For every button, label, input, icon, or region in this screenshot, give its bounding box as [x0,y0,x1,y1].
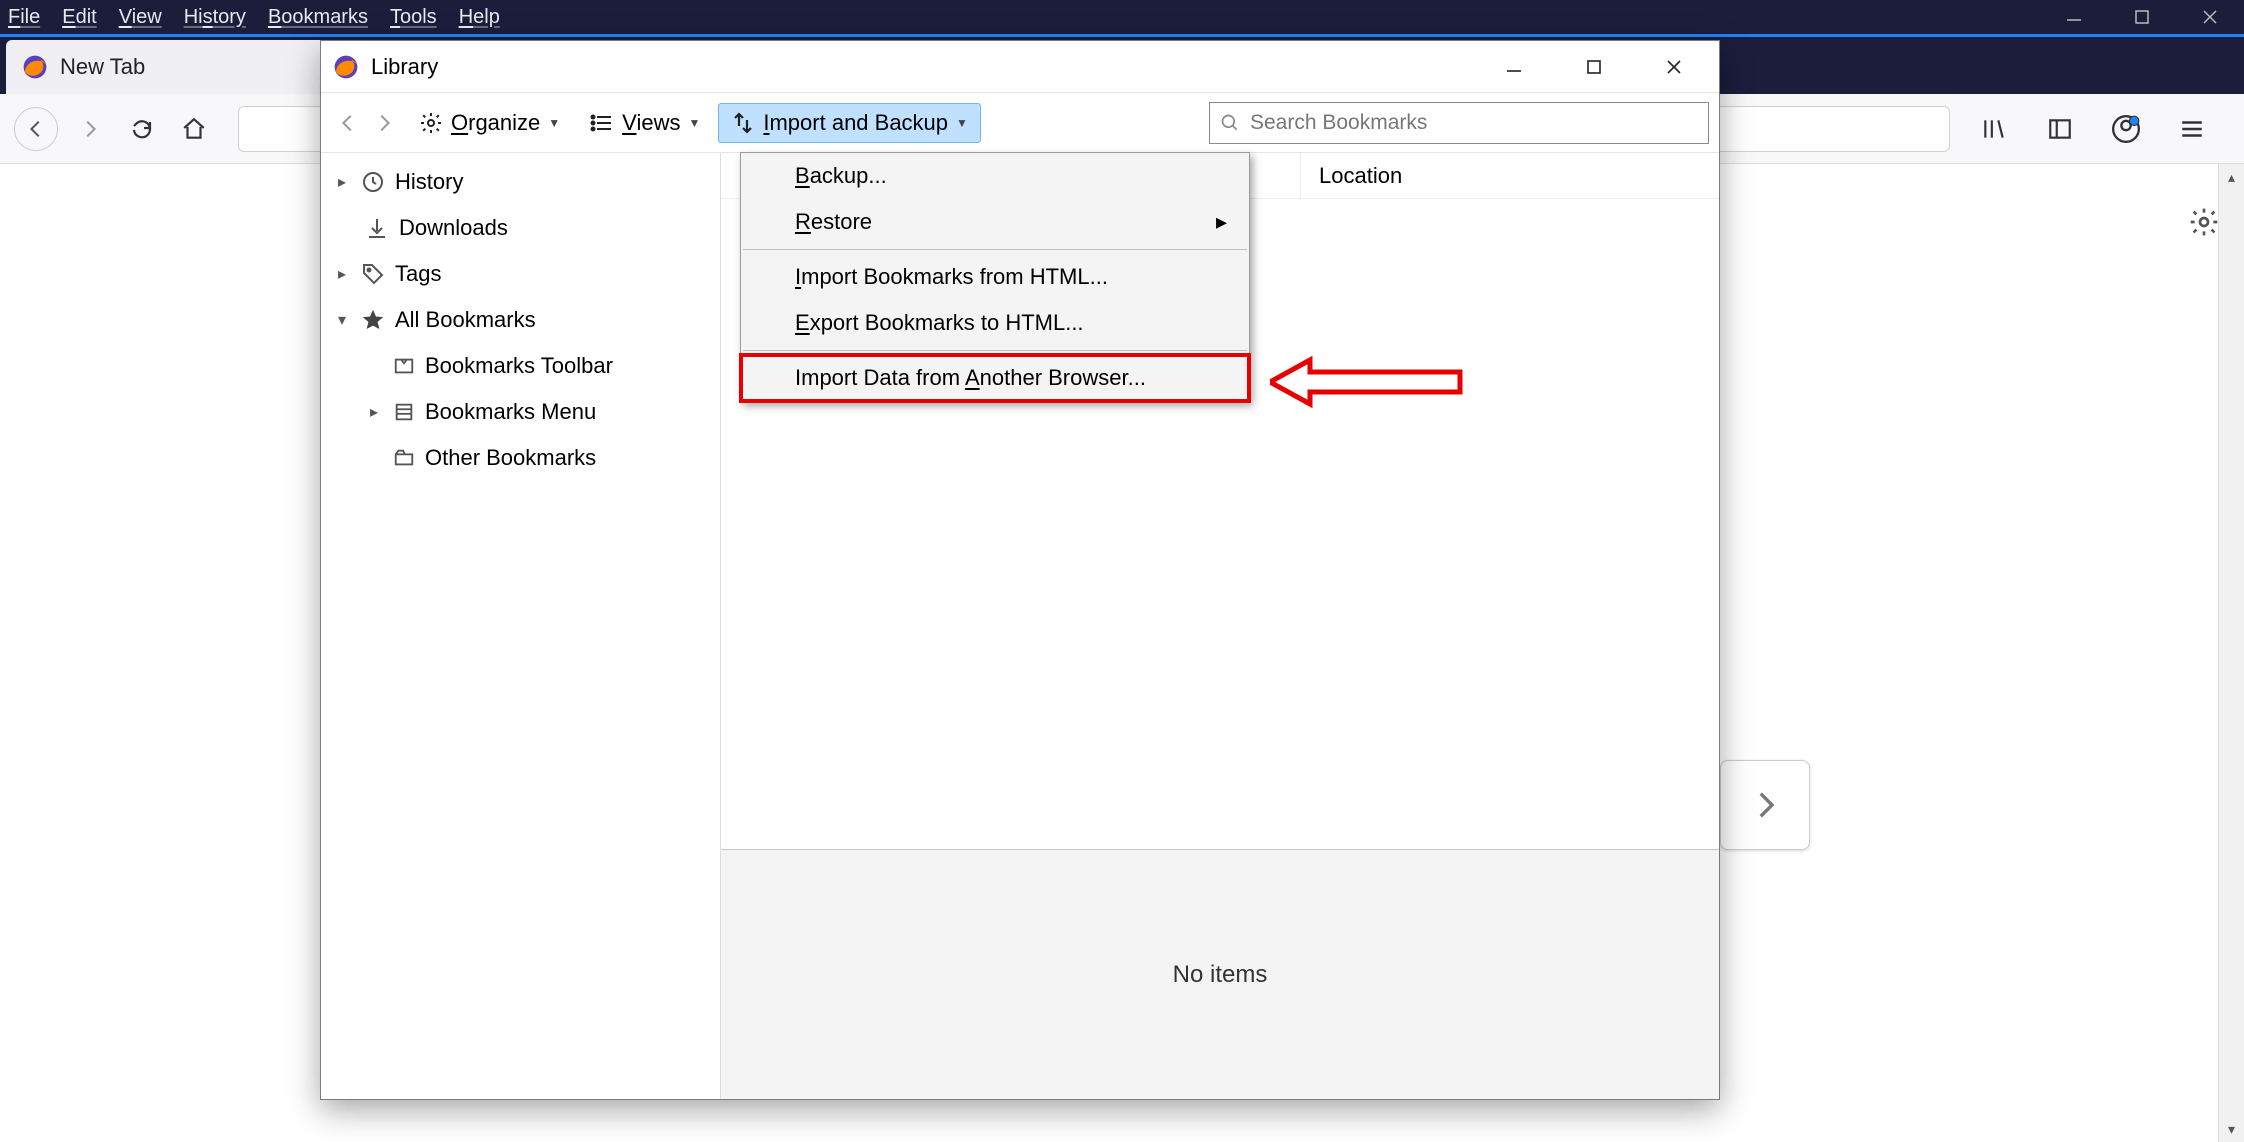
gear-icon [419,111,443,135]
sidebar-label: History [395,169,463,195]
menu-import-another-browser[interactable]: Import Data from Another Browser... [741,355,1249,401]
scroll-down-icon[interactable]: ▾ [2219,1116,2244,1142]
sidebar-tags[interactable]: ▸ Tags [321,251,720,297]
menu-bookmark-icon [393,401,415,423]
expand-icon[interactable]: ▸ [333,172,351,192]
library-toolbar: Organize▼ Views▼ Import and Backup▼ Sear… [321,93,1719,153]
column-location[interactable]: Location [1301,153,1420,198]
sidebar-label: Downloads [399,215,508,241]
library-minimize-button[interactable] [1495,48,1533,86]
page-scrollbar[interactable]: ▴ ▾ [2218,164,2244,1142]
menu-help[interactable]: Help [459,6,500,29]
reload-button[interactable] [122,109,162,149]
menu-separator [743,249,1247,250]
sidebar-bookmarks-toolbar[interactable]: Bookmarks Toolbar [321,343,720,389]
search-icon [1220,113,1240,133]
app-menubar: File Edit View History Bookmarks Tools H… [0,0,2244,34]
sidebar-label: Tags [395,261,441,287]
menu-restore[interactable]: Restore▸ [741,199,1249,245]
import-backup-menu: Backup... Restore▸ Import Bookmarks from… [740,152,1250,402]
expand-icon[interactable]: ▸ [333,264,351,284]
menu-tools[interactable]: Tools [390,6,437,29]
list-icon [590,111,614,135]
library-titlebar: Library [321,41,1719,93]
menu-file[interactable]: File [8,6,40,29]
menu-export-html[interactable]: Export Bookmarks to HTML... [741,300,1249,346]
organize-button[interactable]: Organize▼ [407,104,572,142]
sidebar-downloads[interactable]: Downloads [321,205,720,251]
home-button[interactable] [174,109,214,149]
sidebar-label: Bookmarks Menu [425,399,596,425]
library-forward-button[interactable] [367,106,401,140]
submenu-arrow-icon: ▸ [1216,209,1227,235]
detail-empty-text: No items [1173,961,1268,989]
library-icon[interactable] [1974,109,2014,149]
download-icon [365,216,389,240]
window-maximize-button[interactable] [2108,0,2176,34]
sidebar-history[interactable]: ▸ History [321,159,720,205]
toolbar-bookmark-icon [393,355,415,377]
tag-icon [361,262,385,286]
library-back-button[interactable] [331,106,365,140]
expand-icon[interactable]: ▸ [365,402,383,422]
window-close-button[interactable] [2176,0,2244,34]
library-title-text: Library [371,54,438,80]
import-export-icon [731,111,755,135]
library-detail-pane: No items [721,849,1719,1099]
forward-button[interactable] [70,109,110,149]
browser-tab[interactable]: New Tab [6,40,326,94]
collapse-icon[interactable]: ▾ [333,310,351,330]
account-icon[interactable] [2106,109,2146,149]
library-close-button[interactable] [1655,48,1693,86]
window-controls [2040,0,2244,34]
library-maximize-button[interactable] [1575,48,1613,86]
firefox-icon [333,54,359,80]
menu-edit[interactable]: Edit [62,6,96,29]
sidebar-bookmarks-menu[interactable]: ▸ Bookmarks Menu [321,389,720,435]
sidebar-icon[interactable] [2040,109,2080,149]
library-search-input[interactable]: Search Bookmarks [1209,102,1709,144]
hamburger-menu-icon[interactable] [2172,109,2212,149]
search-placeholder: Search Bookmarks [1250,111,1427,135]
menu-backup[interactable]: Backup... [741,153,1249,199]
forward-card-button[interactable] [1720,760,1810,850]
menu-view[interactable]: View [119,6,162,29]
import-backup-button[interactable]: Import and Backup▼ [718,103,981,143]
menu-import-html[interactable]: Import Bookmarks from HTML... [741,254,1249,300]
tab-title: New Tab [60,54,145,80]
menu-bookmarks[interactable]: Bookmarks [268,6,368,29]
sidebar-label: Other Bookmarks [425,445,596,471]
window-minimize-button[interactable] [2040,0,2108,34]
firefox-icon [22,54,48,80]
sidebar-label: Bookmarks Toolbar [425,353,613,379]
sidebar-label: All Bookmarks [395,307,536,333]
sidebar-all-bookmarks[interactable]: ▾ All Bookmarks [321,297,720,343]
folder-icon [393,447,415,469]
library-sidebar: ▸ History Downloads ▸ Tags ▾ All Bookmar… [321,153,721,1099]
sidebar-other-bookmarks[interactable]: Other Bookmarks [321,435,720,481]
clock-icon [361,170,385,194]
star-icon [361,308,385,332]
scroll-up-icon[interactable]: ▴ [2219,164,2244,190]
annotation-arrow [1270,352,1470,412]
views-button[interactable]: Views▼ [578,104,712,142]
menu-history[interactable]: History [184,6,246,29]
back-button[interactable] [14,107,58,151]
menu-separator [743,350,1247,351]
